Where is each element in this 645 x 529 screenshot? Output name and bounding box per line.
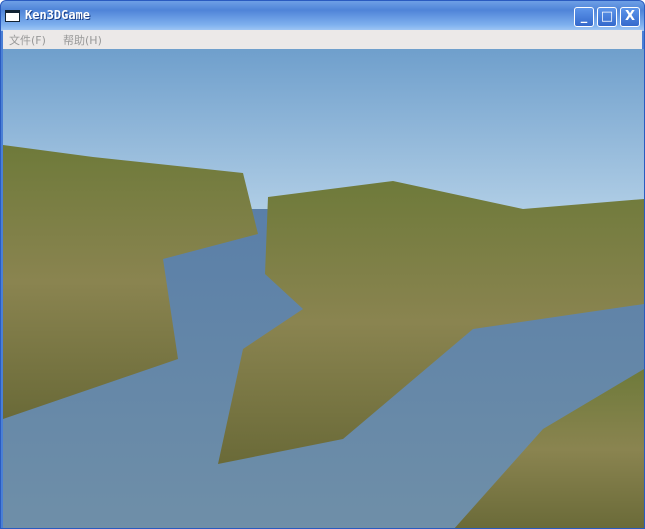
menu-bar: 文件(F) 帮助(H) [3, 30, 642, 49]
minimize-button[interactable]: _ [574, 7, 594, 27]
app-window: Ken3DGame _ □ X 文件(F) 帮助(H) [0, 0, 645, 529]
close-button[interactable]: X [620, 7, 640, 27]
maximize-button[interactable]: □ [597, 7, 617, 27]
window-title: Ken3DGame [25, 8, 91, 22]
menu-help[interactable]: 帮助(H) [63, 32, 102, 48]
title-bar[interactable]: Ken3DGame _ □ X [1, 1, 644, 31]
app-icon [5, 10, 20, 22]
menu-file[interactable]: 文件(F) [9, 32, 46, 48]
game-viewport[interactable] [3, 49, 644, 529]
